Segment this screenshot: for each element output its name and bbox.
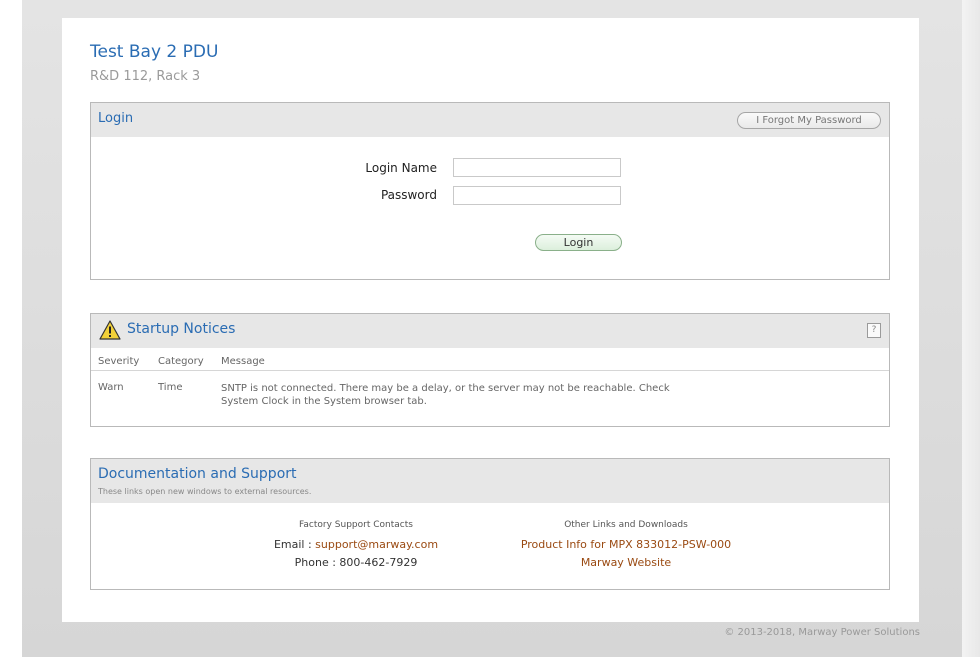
documentation-panel: Documentation and Support These links op… — [90, 458, 890, 590]
support-phone-line: Phone : 800-462-7929 — [231, 556, 481, 569]
login-panel-header: Login I Forgot My Password — [91, 103, 889, 137]
table-divider — [91, 370, 889, 371]
login-panel-title: Login — [98, 111, 134, 126]
warning-triangle-icon — [99, 320, 121, 340]
docs-panel-header: Documentation and Support These links op… — [91, 459, 889, 503]
password-label: Password — [380, 188, 437, 202]
notice-message: SNTP is not connected. There may be a de… — [221, 383, 670, 407]
copyright-footer: © 2013-2018, Marway Power Solutions — [0, 627, 962, 638]
copyright-text: © 2013-2018, Marway Power Solutions — [724, 627, 920, 638]
support-contacts-heading: Factory Support Contacts — [299, 520, 413, 530]
column-header-message: Message — [221, 356, 265, 367]
support-email-link[interactable]: support@marway.com — [315, 538, 438, 551]
notice-category: Time — [158, 382, 183, 393]
password-input[interactable] — [453, 186, 621, 205]
product-info-line: Product Info for MPX 833012-PSW-000 — [501, 538, 751, 551]
notices-panel-title: Startup Notices — [127, 321, 236, 337]
column-header-severity: Severity — [98, 356, 140, 367]
login-button[interactable]: Login — [535, 234, 622, 251]
marway-website-link[interactable]: Marway Website — [581, 556, 671, 569]
other-links-heading: Other Links and Downloads — [564, 520, 688, 530]
login-name-label: Login Name — [365, 161, 437, 175]
email-label: Email : — [273, 538, 316, 551]
docs-panel-title: Documentation and Support — [98, 466, 297, 482]
docs-panel-subtitle: These links open new windows to external… — [98, 487, 312, 496]
page-subtitle: R&D 112, Rack 3 — [90, 69, 201, 84]
notices-panel-header: Startup Notices ? — [91, 314, 889, 348]
support-email-line: Email : support@marway.com — [231, 538, 481, 551]
column-header-category: Category — [158, 356, 204, 367]
help-icon[interactable]: ? — [867, 323, 881, 338]
login-name-input[interactable] — [453, 158, 621, 177]
support-phone: 800-462-7929 — [339, 556, 418, 569]
notice-severity: Warn — [98, 382, 124, 393]
website-line: Marway Website — [501, 556, 751, 569]
product-info-link[interactable]: Product Info for MPX 833012-PSW-000 — [521, 538, 731, 551]
phone-label: Phone : — [294, 556, 340, 569]
login-panel: Login I Forgot My Password Login Name Pa… — [90, 102, 890, 280]
forgot-password-button[interactable]: I Forgot My Password — [737, 112, 881, 129]
page-title: Test Bay 2 PDU — [90, 42, 219, 62]
window-edge — [962, 0, 980, 657]
startup-notices-panel: Startup Notices ? Severity Category Mess… — [90, 313, 890, 427]
page-content: Test Bay 2 PDU R&D 112, Rack 3 Login I F… — [62, 18, 919, 622]
